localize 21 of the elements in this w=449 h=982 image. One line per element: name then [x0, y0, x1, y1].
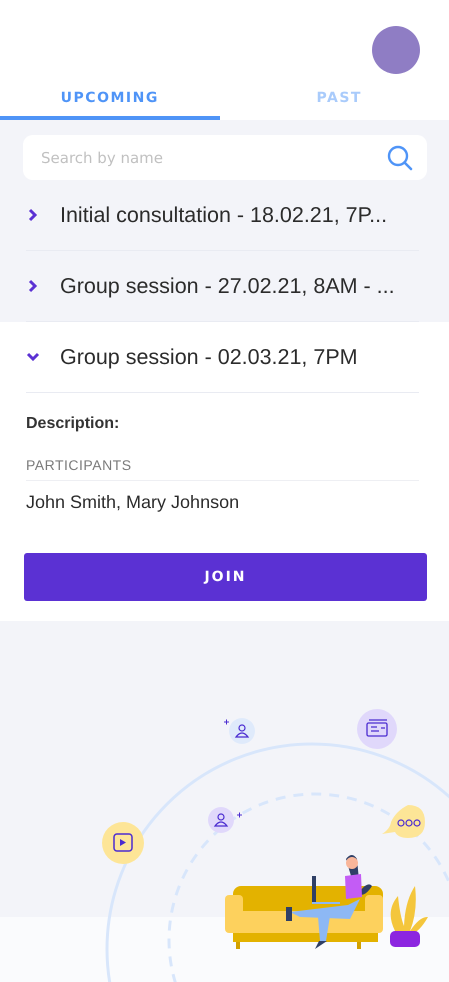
participants-text: John Smith, Mary Johnson — [26, 492, 240, 513]
card-icon — [357, 709, 397, 749]
chevron-icon — [26, 208, 40, 222]
join-button[interactable]: JOIN — [24, 553, 427, 601]
potted-plant-drawing — [390, 886, 428, 947]
search-icon — [387, 145, 413, 171]
session-title: Group session - 02.03.21, 7PM — [60, 344, 358, 370]
avatar-placeholder[interactable] — [372, 26, 420, 74]
participants-label: PARTICIPANTS — [26, 457, 419, 481]
chevron-icon — [26, 350, 40, 364]
chat-bubble-icon — [382, 805, 425, 838]
user-icon — [208, 807, 242, 833]
search-field[interactable]: Search by name — [23, 135, 427, 180]
user-icon — [224, 718, 255, 744]
chevron-icon — [26, 279, 40, 293]
description-label: Description: — [26, 415, 120, 433]
session-title: Group session - 27.02.21, 8AM - ... — [60, 274, 395, 298]
play-icon — [102, 822, 144, 864]
session-row[interactable]: Initial consultation - 18.02.21, 7P... — [26, 180, 419, 251]
session-title: Initial consultation - 18.02.21, 7P... — [60, 202, 388, 228]
session-row[interactable]: Group session - 02.03.21, 7PM — [26, 322, 419, 393]
